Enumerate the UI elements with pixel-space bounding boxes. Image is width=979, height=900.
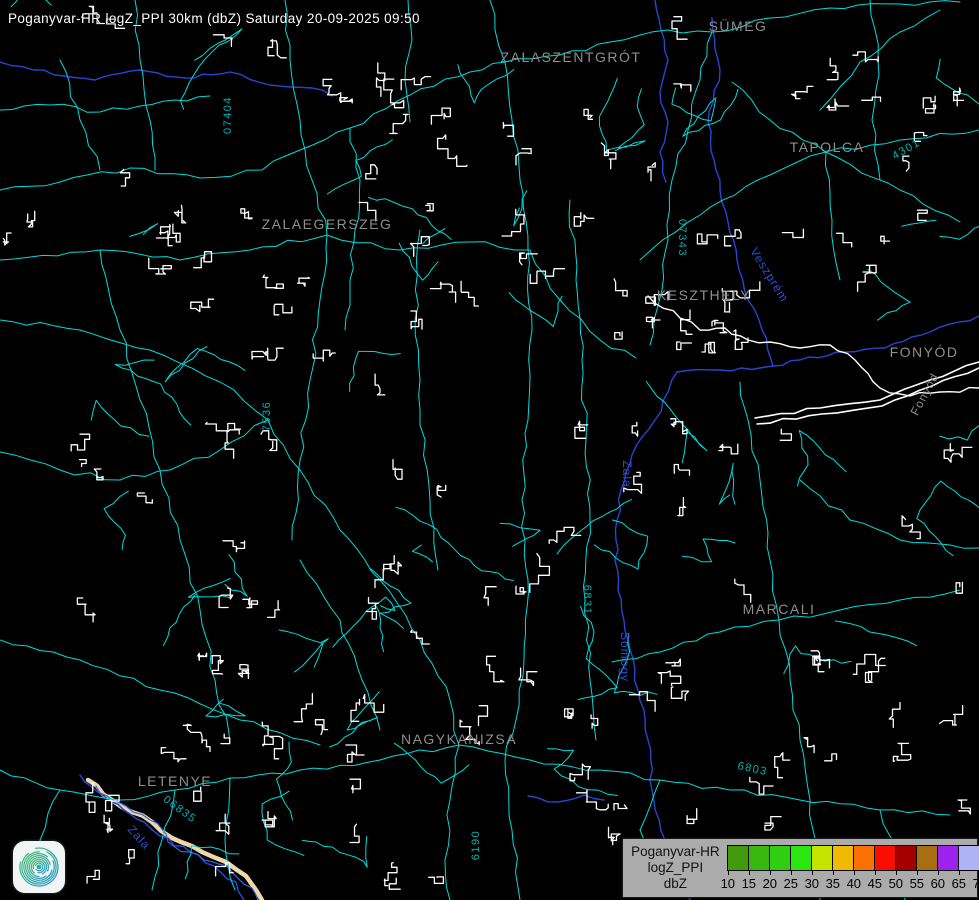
reflectivity-legend: Poganyvar-HR logZ_PPI dbZ 10152025303540… — [622, 838, 978, 898]
city-label: TAPOLCA — [790, 139, 865, 155]
water-label: Zala — [620, 460, 634, 487]
city-label: ZALASZENTGRÓT — [501, 49, 642, 65]
legend-unit-label: dbZ — [631, 876, 720, 892]
color-cell — [853, 845, 875, 871]
city-label: KESZTHELY — [657, 287, 751, 303]
scale-tick — [812, 870, 813, 875]
radar-spiral-logo — [13, 841, 65, 893]
radar-viewport: SÜMEG ZALASZENTGRÓT TAPOLCA ZALAEGERSZEG KES… — [0, 0, 979, 900]
color-cell — [790, 845, 812, 871]
scale-tick — [896, 870, 897, 875]
color-cell — [874, 845, 896, 871]
road-number-label: 07343 — [676, 219, 688, 257]
scale-tick — [770, 870, 771, 875]
color-cells — [728, 845, 979, 869]
scale-tick — [749, 870, 750, 875]
city-label: NAGYKANIZSA — [401, 731, 517, 747]
scale-tick — [833, 870, 834, 875]
color-cell — [769, 845, 791, 871]
roads-layer — [0, 0, 979, 900]
road-number-label: 6831 — [581, 585, 593, 615]
city-label: ZALAEGERSZEG — [262, 216, 393, 232]
city-label: FONYÓD — [890, 344, 959, 360]
color-cell — [916, 845, 938, 871]
color-cell — [895, 845, 917, 871]
color-cell — [748, 845, 770, 871]
rivers-layer — [0, 0, 979, 900]
road-number-label: 6190 — [470, 830, 482, 860]
scale-tick — [917, 870, 918, 875]
water-label: Veszprém — [747, 245, 791, 304]
city-label: SÜMEG — [709, 17, 768, 34]
spiral-icon — [17, 845, 61, 889]
scale-tick — [728, 870, 729, 875]
color-cell — [937, 845, 959, 871]
legend-titles: Poganyvar-HR logZ_PPI dbZ — [631, 844, 720, 892]
scale-tick — [854, 870, 855, 875]
color-cell — [958, 845, 979, 871]
legend-site-label: Poganyvar-HR — [631, 844, 720, 860]
radar-map: SÜMEG ZALASZENTGRÓT TAPOLCA ZALAEGERSZEG KES… — [0, 0, 979, 900]
road-number-label: 6803 — [736, 760, 768, 778]
radar-title: Poganyvar-HR logZ_PPI 30km (dbZ) Saturda… — [8, 11, 420, 26]
scale-tick — [959, 870, 960, 875]
road-number-label: 4301 — [890, 137, 922, 163]
scale-tick-value: 70 — [965, 876, 979, 891]
color-cell — [811, 845, 833, 871]
legend-product-label: logZ_PPI — [631, 860, 720, 876]
color-cell — [727, 845, 749, 871]
lakeshore-layer — [648, 296, 979, 424]
road-number-label: 06835 — [161, 794, 199, 826]
scale-tick — [938, 870, 939, 875]
color-scale: 10152025303540455055606570 — [728, 843, 971, 893]
minor-roads-layer — [11, 0, 979, 879]
road-number-label: 7536 — [261, 401, 273, 431]
scale-tick — [791, 870, 792, 875]
color-cell — [832, 845, 854, 871]
water-label: Somogy — [618, 632, 632, 682]
city-label: MARCALI — [743, 601, 816, 617]
road-number-label: 07404 — [222, 96, 234, 134]
labels-layer: SÜMEG ZALASZENTGRÓT TAPOLCA ZALAEGERSZEG KES… — [125, 17, 959, 860]
city-label: LETENYE — [138, 773, 212, 789]
scale-tick — [875, 870, 876, 875]
